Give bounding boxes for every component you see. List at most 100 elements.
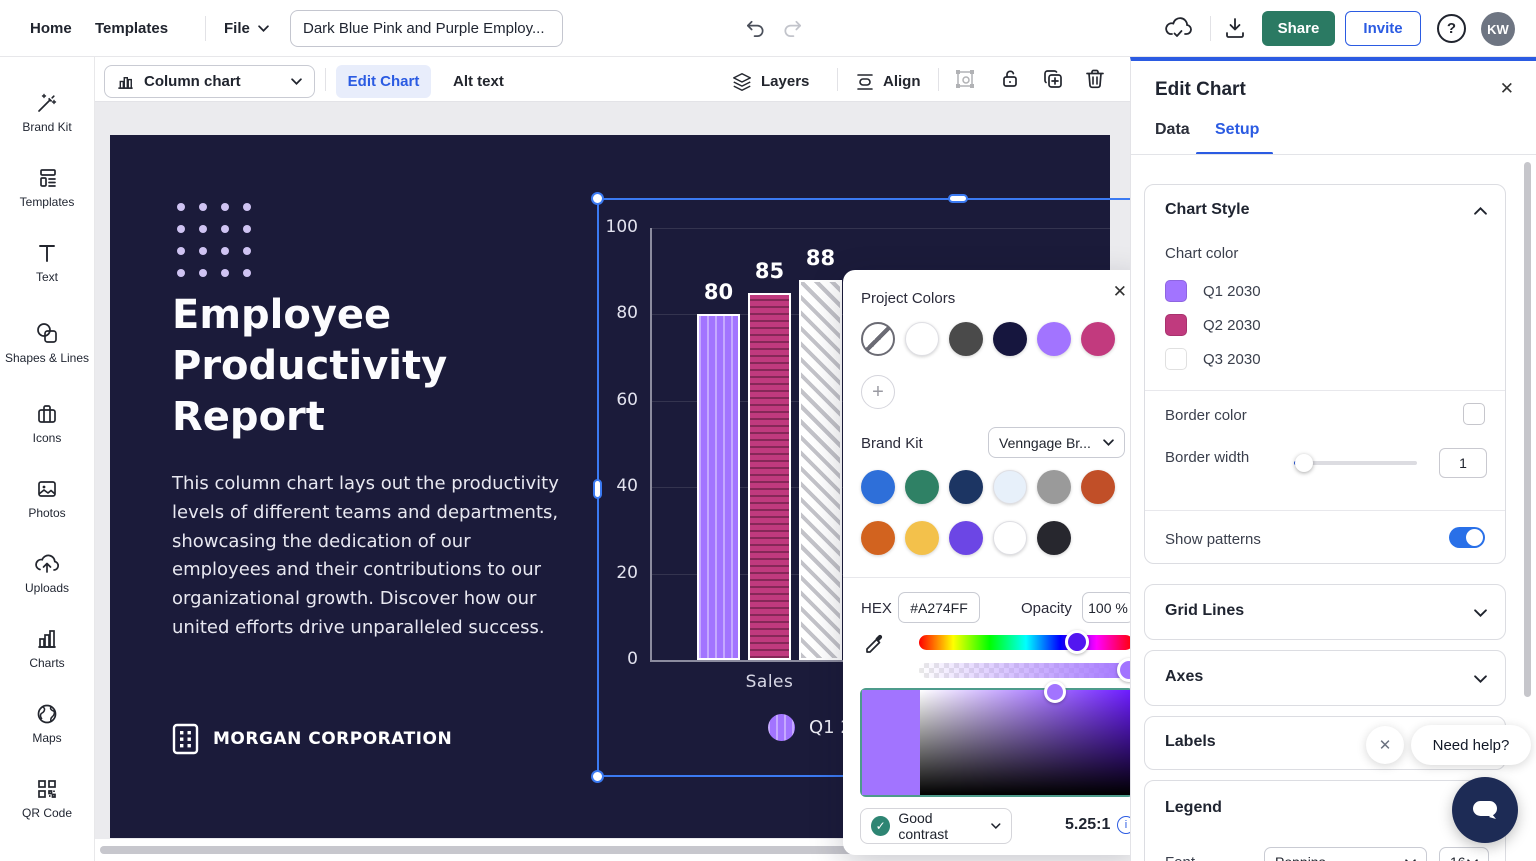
color-swatch-16163e[interactable] <box>993 322 1027 356</box>
color-swatch-f3c14b[interactable] <box>905 521 939 555</box>
sidebar-item-qr-code[interactable]: QR Code <box>0 761 95 836</box>
bar-q2-2030[interactable] <box>748 292 791 660</box>
lock-icon[interactable] <box>998 67 1022 91</box>
panel-scrollbar-thumb[interactable] <box>1524 162 1531 697</box>
trash-icon[interactable] <box>1083 67 1107 91</box>
opacity-input[interactable]: 100 % <box>1082 592 1134 623</box>
help-button[interactable]: ? <box>1437 14 1466 43</box>
duplicate-icon[interactable] <box>1041 67 1065 91</box>
cloud-sync-icon[interactable] <box>1164 15 1192 41</box>
company-lockup[interactable]: MORGAN CORPORATION <box>172 723 452 755</box>
design-title[interactable]: Employee Productivity Report <box>172 290 512 444</box>
series-swatch-1[interactable] <box>1165 280 1187 302</box>
add-color-button[interactable]: + <box>861 375 895 409</box>
download-icon[interactable] <box>1223 16 1247 40</box>
align-button[interactable]: Align <box>855 65 921 98</box>
border-width-label: Border width <box>1165 449 1250 466</box>
swatch-none[interactable] <box>861 322 895 356</box>
invite-button[interactable]: Invite <box>1345 11 1421 46</box>
gradient-thumb[interactable] <box>1044 681 1066 703</box>
series-swatch-3[interactable] <box>1165 348 1187 370</box>
gradient-field[interactable] <box>920 690 1132 795</box>
brand-kit-value: Venngage Br... <box>999 434 1091 451</box>
y-axis-tick-label: 80 <box>616 303 638 324</box>
hue-slider[interactable] <box>919 630 1133 654</box>
color-swatch-e7f0fa[interactable] <box>993 470 1027 504</box>
color-swatch-ffffff[interactable] <box>993 521 1027 555</box>
chat-widget-button[interactable] <box>1452 777 1518 843</box>
divider <box>1145 510 1505 511</box>
grid-lines-card[interactable]: Grid Lines <box>1144 584 1506 640</box>
need-help-bubble[interactable]: Need help? <box>1411 725 1531 765</box>
alt-text-button[interactable]: Alt text <box>453 65 504 98</box>
bar-data-label: 80 <box>703 280 734 305</box>
redo-icon[interactable] <box>781 17 804 40</box>
sidebar-item-uploads[interactable]: Uploads <box>0 536 95 611</box>
color-swatch-a274ff[interactable] <box>1037 322 1071 356</box>
hex-input[interactable]: #A274FF <box>898 592 980 623</box>
design-description[interactable]: This column chart lays out the productiv… <box>172 470 572 643</box>
layers-button[interactable]: Layers <box>731 65 809 98</box>
font-size-select[interactable]: 16 <box>1439 847 1489 861</box>
close-icon[interactable]: ✕ <box>1113 282 1127 302</box>
bar-chart-icon <box>38 629 56 648</box>
color-swatch-2e6fd9[interactable] <box>861 470 895 504</box>
color-swatch-c23a7e[interactable] <box>1081 322 1115 356</box>
document-title-input[interactable]: Dark Blue Pink and Purple Employ... <box>290 10 563 47</box>
chart-style-header[interactable]: Chart Style <box>1165 201 1249 219</box>
series-swatch-2[interactable] <box>1165 314 1187 336</box>
color-swatch-9a9a9a[interactable] <box>1037 470 1071 504</box>
tab-data[interactable]: Data <box>1155 121 1190 139</box>
color-swatch-27272e[interactable] <box>1037 521 1071 555</box>
contrast-button[interactable]: ✓ Good contrast <box>860 808 1012 844</box>
sidebar-item-charts[interactable]: Charts <box>0 611 95 686</box>
brand-kit-select[interactable]: Venngage Br... <box>988 427 1125 458</box>
color-swatch-2f8165[interactable] <box>905 470 939 504</box>
chevron-up-icon[interactable] <box>1474 207 1487 215</box>
show-patterns-toggle[interactable] <box>1449 527 1485 548</box>
horizontal-scrollbar-thumb[interactable] <box>100 846 962 854</box>
file-menu[interactable]: File <box>224 0 269 57</box>
sidebar-item-templates[interactable]: Templates <box>0 150 95 225</box>
dismiss-help-button[interactable]: ✕ <box>1366 726 1404 764</box>
grid-lines-header: Grid Lines <box>1165 602 1245 619</box>
sidebar-item-maps[interactable]: Maps <box>0 686 95 761</box>
edit-chart-button[interactable]: Edit Chart <box>336 65 431 98</box>
color-swatch-c14f28[interactable] <box>1081 470 1115 504</box>
sidebar-item-text[interactable]: Text <box>0 225 95 300</box>
border-color-swatch[interactable] <box>1463 403 1485 425</box>
color-swatch-6c46e5[interactable] <box>949 521 983 555</box>
eyedropper-icon[interactable] <box>863 632 887 656</box>
legend-header[interactable]: Legend <box>1165 799 1222 817</box>
color-swatch-1c3563[interactable] <box>949 470 983 504</box>
home-link[interactable]: Home <box>30 0 72 57</box>
sidebar-item-photos[interactable]: Photos <box>0 461 95 536</box>
hex-label: HEX <box>861 600 892 617</box>
color-swatch-ffffff[interactable] <box>905 322 939 356</box>
sidebar-item-icons[interactable]: Icons <box>0 386 95 461</box>
show-patterns-label: Show patterns <box>1165 531 1261 548</box>
avatar[interactable]: KW <box>1481 12 1515 46</box>
border-width-input[interactable]: 1 <box>1439 448 1487 478</box>
axes-card[interactable]: Axes <box>1144 650 1506 706</box>
bar-q1-2030[interactable] <box>697 314 740 660</box>
sidebar-item-shapes-lines[interactable]: Shapes & Lines <box>0 300 95 386</box>
font-select[interactable]: Poppins <box>1264 847 1427 861</box>
contrast-label: Good contrast <box>898 810 949 842</box>
hue-slider-thumb[interactable] <box>1065 630 1089 654</box>
bar-q3-2030[interactable] <box>799 279 842 660</box>
chart-type-select[interactable]: Column chart <box>104 65 315 98</box>
x-axis-category-label: Sales <box>745 672 794 692</box>
close-icon[interactable]: ✕ <box>1500 79 1514 99</box>
color-swatch-d2631f[interactable] <box>861 521 895 555</box>
opacity-slider[interactable] <box>919 658 1141 682</box>
saturation-brightness-picker[interactable] <box>860 681 1134 797</box>
share-button[interactable]: Share <box>1262 11 1335 46</box>
tab-setup[interactable]: Setup <box>1215 121 1259 139</box>
templates-link[interactable]: Templates <box>95 0 168 57</box>
y-axis-line <box>650 228 652 660</box>
sidebar-item-brand-kit[interactable]: Brand Kit <box>0 75 95 150</box>
border-width-slider-thumb[interactable] <box>1295 454 1313 472</box>
undo-icon[interactable] <box>744 17 767 40</box>
color-swatch-4a4a4a[interactable] <box>949 322 983 356</box>
